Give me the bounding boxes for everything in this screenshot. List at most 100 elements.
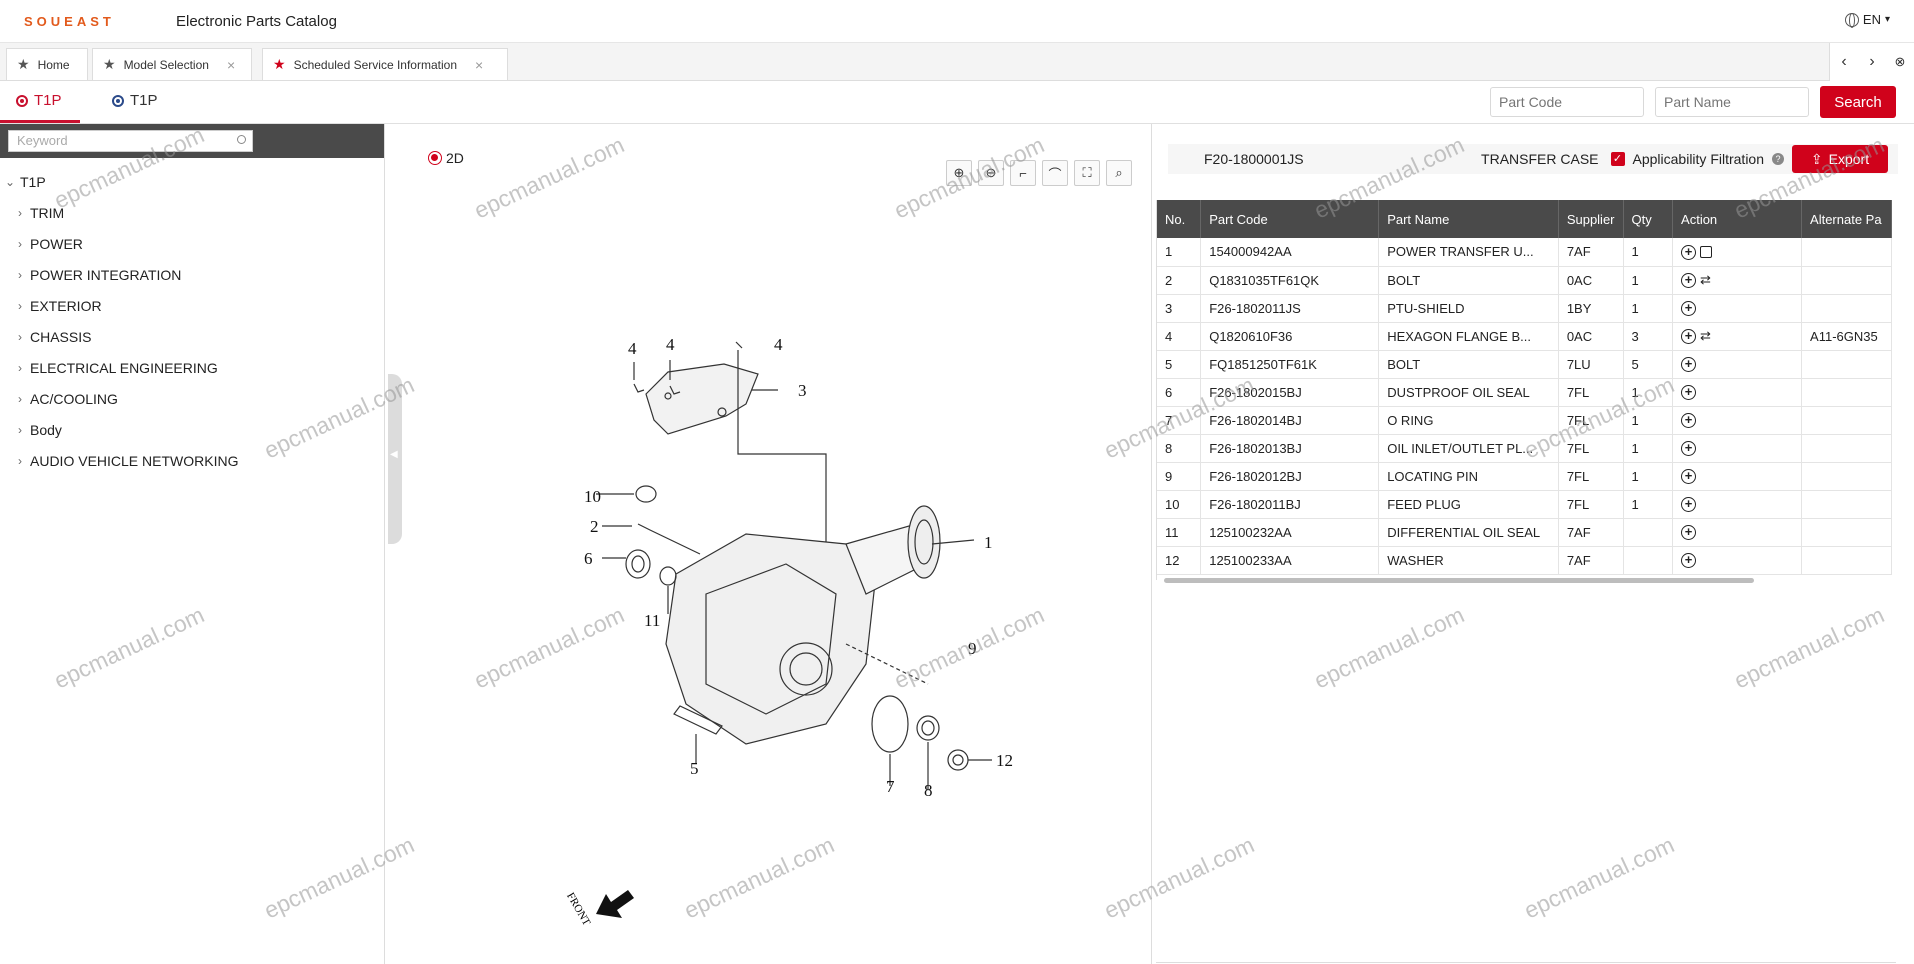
- callout-6: 6: [584, 549, 593, 568]
- cell-part-code: F26-1802012BJ: [1200, 462, 1380, 491]
- table-row[interactable]: 1 154000942AA POWER TRANSFER U... 7AF 1 +: [1157, 238, 1892, 267]
- tree-item[interactable]: › EXTERIOR: [0, 290, 384, 321]
- tab-model-selection[interactable]: ★ Model Selection ×: [92, 48, 252, 80]
- tree-item[interactable]: › POWER INTEGRATION: [0, 259, 384, 290]
- tree-item[interactable]: › AC/COOLING: [0, 383, 384, 414]
- oil-seal-part: [659, 566, 677, 586]
- add-to-cart-icon[interactable]: +: [1681, 553, 1697, 568]
- collapse-handle[interactable]: [388, 374, 402, 544]
- table-row[interactable]: 10 F26-1802011BJ FEED PLUG 7FL 1 +: [1157, 490, 1892, 519]
- cell-part-name: FEED PLUG: [1378, 490, 1559, 519]
- close-all-icon[interactable]: ⊗: [1886, 54, 1914, 70]
- washer-part: [952, 754, 964, 766]
- tree-item[interactable]: › POWER: [0, 228, 384, 259]
- keyword-input[interactable]: Keyword: [8, 130, 253, 152]
- export-button[interactable]: ⇪ Export: [1792, 145, 1888, 173]
- cell-action: +: [1672, 350, 1803, 379]
- col-part-code[interactable]: Part Code: [1200, 200, 1380, 238]
- model-tab-active[interactable]: T1P: [16, 92, 62, 109]
- tree-item[interactable]: › ELECTRICAL ENGINEERING: [0, 352, 384, 383]
- table-row[interactable]: 5 FQ1851250TF61K BOLT 7LU 5 +: [1157, 350, 1892, 379]
- cell-part-code: 125100233AA: [1200, 546, 1380, 575]
- replace-icon[interactable]: ⇄: [1700, 272, 1711, 288]
- cell-no: 12: [1157, 546, 1202, 575]
- cell-alternate: [1801, 490, 1892, 519]
- add-to-cart-icon[interactable]: +: [1681, 357, 1697, 372]
- parts-table-container: No. Part Code Part Name Supplier Qty Act…: [1156, 200, 1892, 580]
- col-part-name[interactable]: Part Name: [1378, 200, 1559, 238]
- add-to-cart-icon[interactable]: +: [1681, 525, 1697, 540]
- cell-part-name: BOLT: [1378, 266, 1559, 295]
- table-row[interactable]: 12 125100233AA WASHER 7AF +: [1157, 546, 1892, 575]
- cell-no: 4: [1157, 322, 1202, 351]
- add-to-cart-icon[interactable]: +: [1681, 469, 1697, 484]
- callout-11: 11: [644, 611, 660, 630]
- horizontal-scrollbar[interactable]: [1164, 576, 1884, 584]
- add-to-cart-icon[interactable]: +: [1681, 413, 1697, 428]
- col-alternate[interactable]: Alternate Pa: [1801, 200, 1892, 238]
- tree-item[interactable]: › AUDIO VEHICLE NETWORKING: [0, 445, 384, 476]
- part-info-bar: F20-1800001JS TRANSFER CASE ✓ Applicabil…: [1168, 144, 1898, 174]
- table-row[interactable]: 4 Q1820610F36 HEXAGON FLANGE B... 0AC 3 + ⇄ A11…: [1157, 322, 1892, 351]
- col-supplier[interactable]: Supplier: [1558, 200, 1624, 238]
- tree-item[interactable]: › TRIM: [0, 197, 384, 228]
- tree-root[interactable]: ⌄ T1P: [0, 166, 384, 197]
- add-to-cart-icon[interactable]: +: [1681, 272, 1697, 288]
- tab-home[interactable]: ★ Home: [6, 48, 88, 80]
- chevron-down-icon: ▾: [1884, 14, 1890, 25]
- chevron-right-icon: ›: [18, 298, 22, 313]
- close-icon[interactable]: ×: [475, 57, 483, 73]
- search-icon[interactable]: [237, 135, 246, 144]
- table-row[interactable]: 3 F26-1802011JS PTU-SHIELD 1BY 1 +: [1157, 294, 1892, 323]
- star-icon: ★: [17, 56, 30, 72]
- col-qty[interactable]: Qty: [1623, 200, 1674, 238]
- help-icon[interactable]: ?: [1772, 153, 1784, 165]
- chevron-right-icon: ›: [18, 205, 22, 220]
- table-row[interactable]: 9 F26-1802012BJ LOCATING PIN 7FL 1 +: [1157, 462, 1892, 491]
- table-row[interactable]: 7 F26-1802014BJ O RING 7FL 1 +: [1157, 406, 1892, 435]
- replace-icon[interactable]: ⇄: [1700, 328, 1711, 344]
- chevron-left-icon[interactable]: ‹: [1830, 53, 1858, 71]
- cell-alternate: [1801, 546, 1892, 575]
- cell-part-code: F26-1802011JS: [1200, 294, 1380, 323]
- add-to-cart-icon[interactable]: +: [1681, 497, 1697, 512]
- tree-item[interactable]: › CHASSIS: [0, 321, 384, 352]
- star-icon: ★: [103, 56, 116, 72]
- tree-label: CHASSIS: [30, 328, 92, 345]
- cell-alternate: [1801, 238, 1892, 267]
- table-row[interactable]: 8 F26-1802013BJ OIL INLET/OUTLET PL... 7FL 1…: [1157, 434, 1892, 463]
- add-to-cart-icon[interactable]: +: [1681, 328, 1697, 344]
- chevron-right-icon: ›: [18, 391, 22, 406]
- bolt-part: [633, 383, 645, 393]
- cell-part-code: F26-1802015BJ: [1200, 378, 1380, 407]
- close-icon[interactable]: ×: [227, 57, 235, 73]
- part-code-input[interactable]: [1490, 87, 1644, 117]
- col-no[interactable]: No.: [1157, 200, 1202, 238]
- search-button[interactable]: Search: [1820, 86, 1896, 118]
- table-row[interactable]: 6 F26-1802015BJ DUSTPROOF OIL SEAL 7FL 1 +: [1157, 378, 1892, 407]
- add-to-cart-icon[interactable]: +: [1681, 301, 1697, 316]
- tree-item[interactable]: › Body: [0, 414, 384, 445]
- add-to-cart-icon[interactable]: +: [1681, 385, 1697, 400]
- callout-10: 10: [584, 487, 601, 506]
- table-row[interactable]: 2 Q1831035TF61QK BOLT 0AC 1 + ⇄: [1157, 266, 1892, 295]
- divider: [1156, 962, 1896, 963]
- feed-plug-part: [635, 485, 657, 503]
- tab-scheduled-service[interactable]: ★ Scheduled Service Information ×: [262, 48, 508, 80]
- table-row[interactable]: 11 125100232AA DIFFERENTIAL OIL SEAL 7AF +: [1157, 518, 1892, 547]
- panel-splitter[interactable]: [386, 124, 406, 964]
- col-action[interactable]: Action: [1672, 200, 1803, 238]
- language-selector[interactable]: EN ▾: [1844, 12, 1890, 28]
- cell-qty: [1623, 518, 1674, 547]
- copy-icon[interactable]: [1700, 246, 1713, 259]
- cell-supplier: 1BY: [1558, 294, 1624, 323]
- checkbox-icon[interactable]: ✓: [1610, 152, 1625, 166]
- scrollbar-thumb[interactable]: [1164, 578, 1754, 583]
- add-to-cart-icon[interactable]: +: [1681, 244, 1697, 260]
- cell-qty: [1623, 546, 1674, 575]
- add-to-cart-icon[interactable]: +: [1681, 441, 1697, 456]
- part-name-input[interactable]: [1655, 87, 1809, 117]
- model-tab[interactable]: T1P: [112, 92, 158, 109]
- chevron-right-icon[interactable]: ›: [1858, 53, 1886, 71]
- cell-supplier: 0AC: [1558, 266, 1624, 295]
